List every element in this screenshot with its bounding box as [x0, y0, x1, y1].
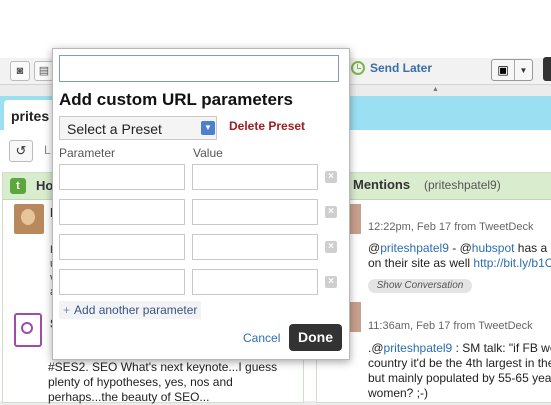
chevron-down-icon[interactable]: ▼: [201, 121, 215, 135]
user-link[interactable]: priteshpatel9: [384, 341, 453, 355]
delete-preset-link[interactable]: Delete Preset: [229, 119, 305, 133]
add-parameter-button[interactable]: + Add another parameter: [59, 301, 202, 319]
plus-icon: +: [63, 303, 71, 317]
parameter-name-input[interactable]: [59, 164, 185, 190]
parameter-value-input[interactable]: [192, 164, 318, 190]
send-button[interactable]: [543, 57, 551, 81]
tweet-meta: 11:36am, Feb 17 from TweetDeck: [368, 320, 533, 332]
add-parameter-label: Add another parameter: [74, 303, 198, 317]
tweet-meta: 12:22pm, Feb 17 from TweetDeck: [368, 221, 534, 233]
value-column-header: Value: [193, 146, 223, 160]
home-column-title: Ho: [36, 178, 54, 193]
tweet-link[interactable]: http://bit.ly/b1C: [473, 256, 551, 270]
clock-icon: [351, 61, 365, 75]
document-icon[interactable]: ▤: [34, 61, 54, 81]
tweet-text: @priteshpatel9 - @hubspot has a: [368, 241, 548, 255]
show-conversation-button[interactable]: Show Conversation: [368, 279, 472, 293]
avatar[interactable]: [14, 204, 44, 234]
parameter-name-input[interactable]: [59, 234, 185, 260]
parameter-value-input[interactable]: [192, 234, 318, 260]
parameter-column-header: Parameter: [59, 146, 116, 160]
tweet-text: country it'd be the 4th largest in the: [368, 356, 551, 370]
camera-icon[interactable]: ◙: [10, 61, 30, 81]
twitter-icon: t: [10, 178, 26, 194]
save-draft-button[interactable]: ▣ ▼: [491, 59, 533, 81]
cancel-link[interactable]: Cancel: [243, 331, 280, 345]
tweet-text: on their site as well http://bit.ly/b1C: [368, 256, 551, 271]
tweet-text: #SES2. SEO What's next keynote...I guess…: [48, 360, 278, 404]
floppy-disk-icon: ▣: [492, 60, 515, 80]
tab-profile-label: prites: [11, 108, 50, 124]
refresh-button[interactable]: ↺: [9, 140, 33, 162]
mentions-column-handle: (priteshpatel9): [424, 178, 501, 192]
preset-select-value: Select a Preset: [67, 121, 162, 137]
user-link[interactable]: priteshpatel9: [380, 241, 449, 255]
user-link[interactable]: hubspot: [472, 241, 515, 255]
parameter-name-input[interactable]: [59, 269, 185, 295]
refresh-trailing-text: L: [44, 143, 51, 157]
tweet-text: .@priteshpatel9 : SM talk: "if FB we: [368, 341, 551, 355]
parameter-value-input[interactable]: [192, 199, 318, 225]
parameter-name-input[interactable]: [59, 199, 185, 225]
refresh-icon: ↺: [15, 143, 27, 158]
dialog-title: Add custom URL parameters: [59, 90, 293, 109]
tweet-text: but mainly populated by 55-65 yea: [368, 371, 551, 385]
avatar[interactable]: [14, 313, 42, 347]
send-later-label: Send Later: [370, 61, 433, 75]
collapse-arrow-icon[interactable]: ▲: [432, 86, 439, 93]
done-button[interactable]: Done: [289, 324, 342, 351]
remove-row-icon[interactable]: ×: [325, 171, 337, 183]
url-input[interactable]: [59, 55, 339, 82]
tweet-text: women? ;-): [368, 386, 429, 400]
remove-row-icon[interactable]: ×: [325, 241, 337, 253]
remove-row-icon[interactable]: ×: [325, 206, 337, 218]
mentions-column-title: Mentions: [353, 177, 411, 192]
parameter-value-input[interactable]: [192, 269, 318, 295]
chevron-down-icon[interactable]: ▼: [515, 60, 532, 80]
send-later-button[interactable]: Send Later: [351, 61, 432, 75]
remove-row-icon[interactable]: ×: [325, 276, 337, 288]
